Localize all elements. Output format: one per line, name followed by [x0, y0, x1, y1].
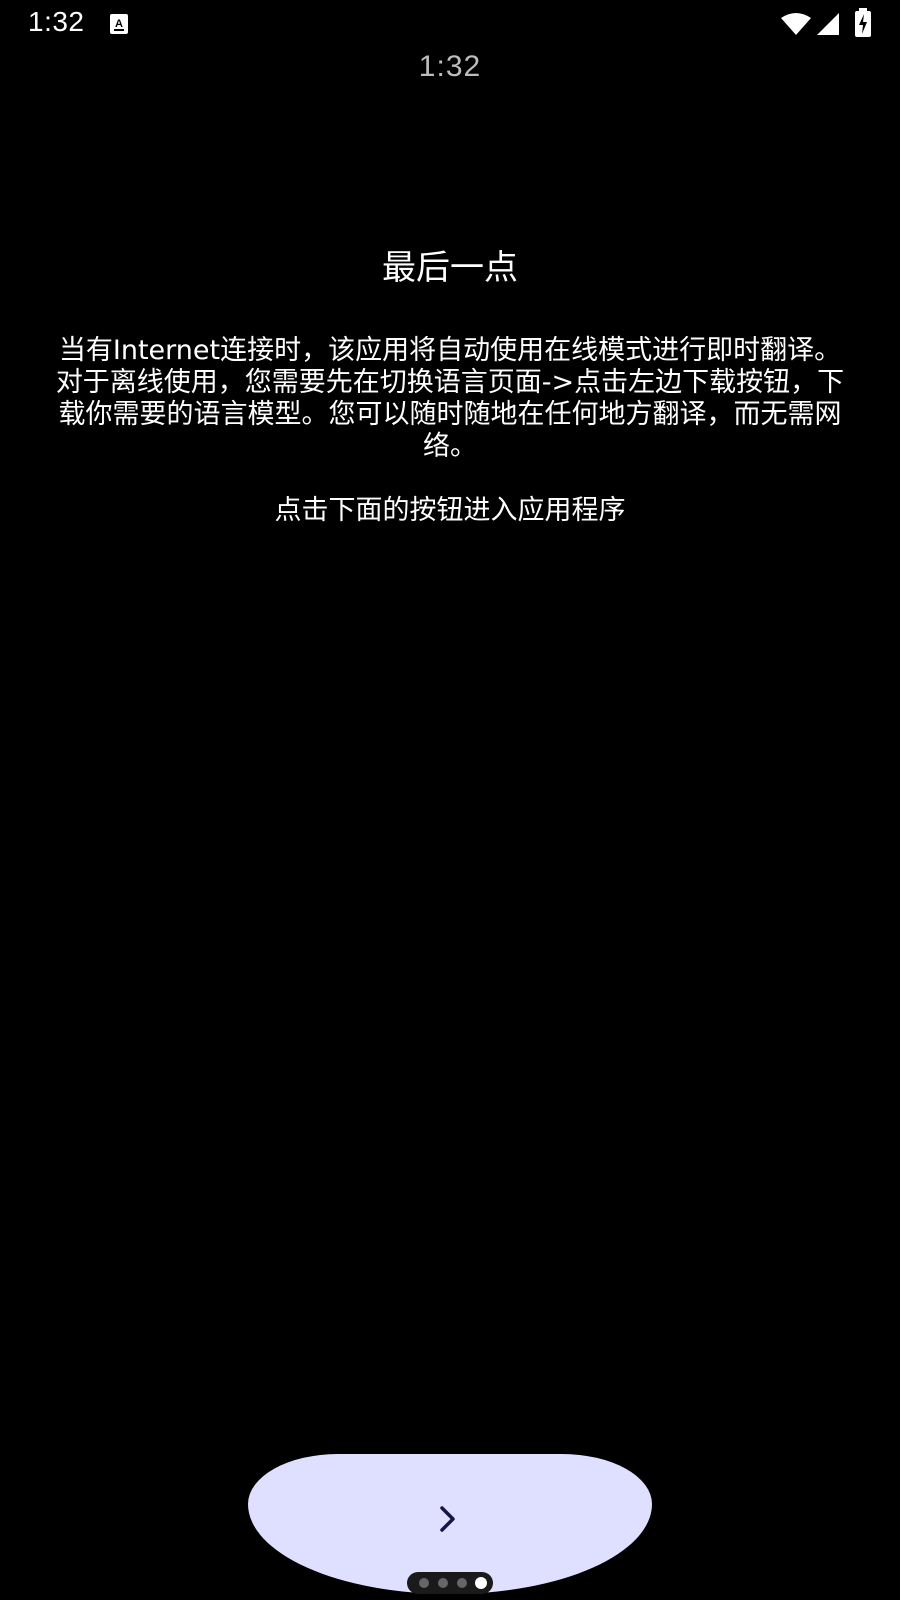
chevron-right-icon [436, 1504, 460, 1534]
clock: 1:32 [418, 50, 482, 83]
page-dot-1[interactable] [419, 1578, 429, 1588]
page-indicator [407, 1572, 493, 1594]
page-dot-2[interactable] [438, 1578, 448, 1588]
keyboard-a-icon: A [108, 12, 130, 36]
hint-text: 点击下面的按钮进入应用程序 [274, 495, 626, 526]
page-title: 最后一点 [382, 248, 518, 288]
description-text: 当有Internet连接时，该应用将自动使用在线模式进行即时翻译。对于离线使用，… [55, 335, 845, 462]
signal-icon [816, 12, 840, 36]
status-time: 1:32 [28, 6, 85, 37]
page-dot-4-active[interactable] [475, 1577, 487, 1589]
battery-charging-icon [854, 8, 872, 38]
wifi-icon [780, 12, 812, 36]
svg-text:A: A [115, 18, 123, 30]
page-dot-3[interactable] [457, 1578, 467, 1588]
status-bar: 1:32 A [0, 0, 900, 50]
